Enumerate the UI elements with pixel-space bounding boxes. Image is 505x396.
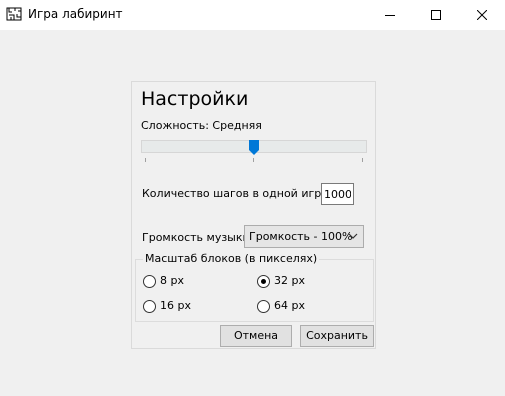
difficulty-label: Сложность: Средняя (141, 119, 262, 132)
maximize-button[interactable] (413, 0, 459, 30)
save-button[interactable]: Сохранить (300, 325, 374, 347)
minimize-icon (385, 15, 395, 16)
volume-label: Громкость музыки: (142, 231, 254, 244)
title-bar: Игра лабиринт (0, 0, 505, 30)
radio-32px[interactable]: 32 px (257, 274, 305, 288)
volume-selected-value: Громкость - 100% (249, 230, 353, 243)
radio-label: 32 px (274, 274, 305, 287)
minimize-button[interactable] (367, 0, 413, 30)
radio-circle (143, 274, 156, 288)
slider-tick (362, 158, 363, 162)
slider-tick (253, 158, 254, 162)
steps-label: Количество шагов в одной игре: (142, 187, 332, 200)
radio-label: 8 px (160, 274, 184, 287)
app-window: Игра лабиринт Настройки Сложность: Средн… (0, 0, 505, 396)
cancel-button[interactable]: Отмена (220, 325, 292, 347)
radio-16px[interactable]: 16 px (143, 299, 191, 313)
radio-circle-checked (257, 274, 270, 288)
radio-64px[interactable]: 64 px (257, 299, 305, 313)
chevron-down-icon (348, 233, 358, 239)
maze-app-icon (6, 7, 22, 21)
radio-8px[interactable]: 8 px (143, 274, 184, 288)
close-icon (477, 10, 487, 20)
radio-circle (257, 299, 270, 313)
close-button[interactable] (459, 0, 505, 30)
settings-heading: Настройки (141, 88, 249, 110)
radio-label: 64 px (274, 299, 305, 312)
difficulty-slider-thumb[interactable] (249, 140, 259, 155)
block-scale-group: Масштаб блоков (в пикселях) 8 px 32 px 1… (135, 252, 374, 322)
window-title: Игра лабиринт (28, 7, 123, 21)
steps-input[interactable] (321, 183, 354, 205)
radio-label: 16 px (160, 299, 191, 312)
settings-panel: Настройки Сложность: Средняя Количество … (131, 81, 376, 349)
block-scale-legend: Масштаб блоков (в пикселях) (143, 252, 320, 266)
maximize-icon (431, 10, 441, 20)
volume-dropdown[interactable]: Громкость - 100% (244, 225, 364, 248)
slider-tick (145, 158, 146, 162)
radio-circle (143, 299, 156, 313)
